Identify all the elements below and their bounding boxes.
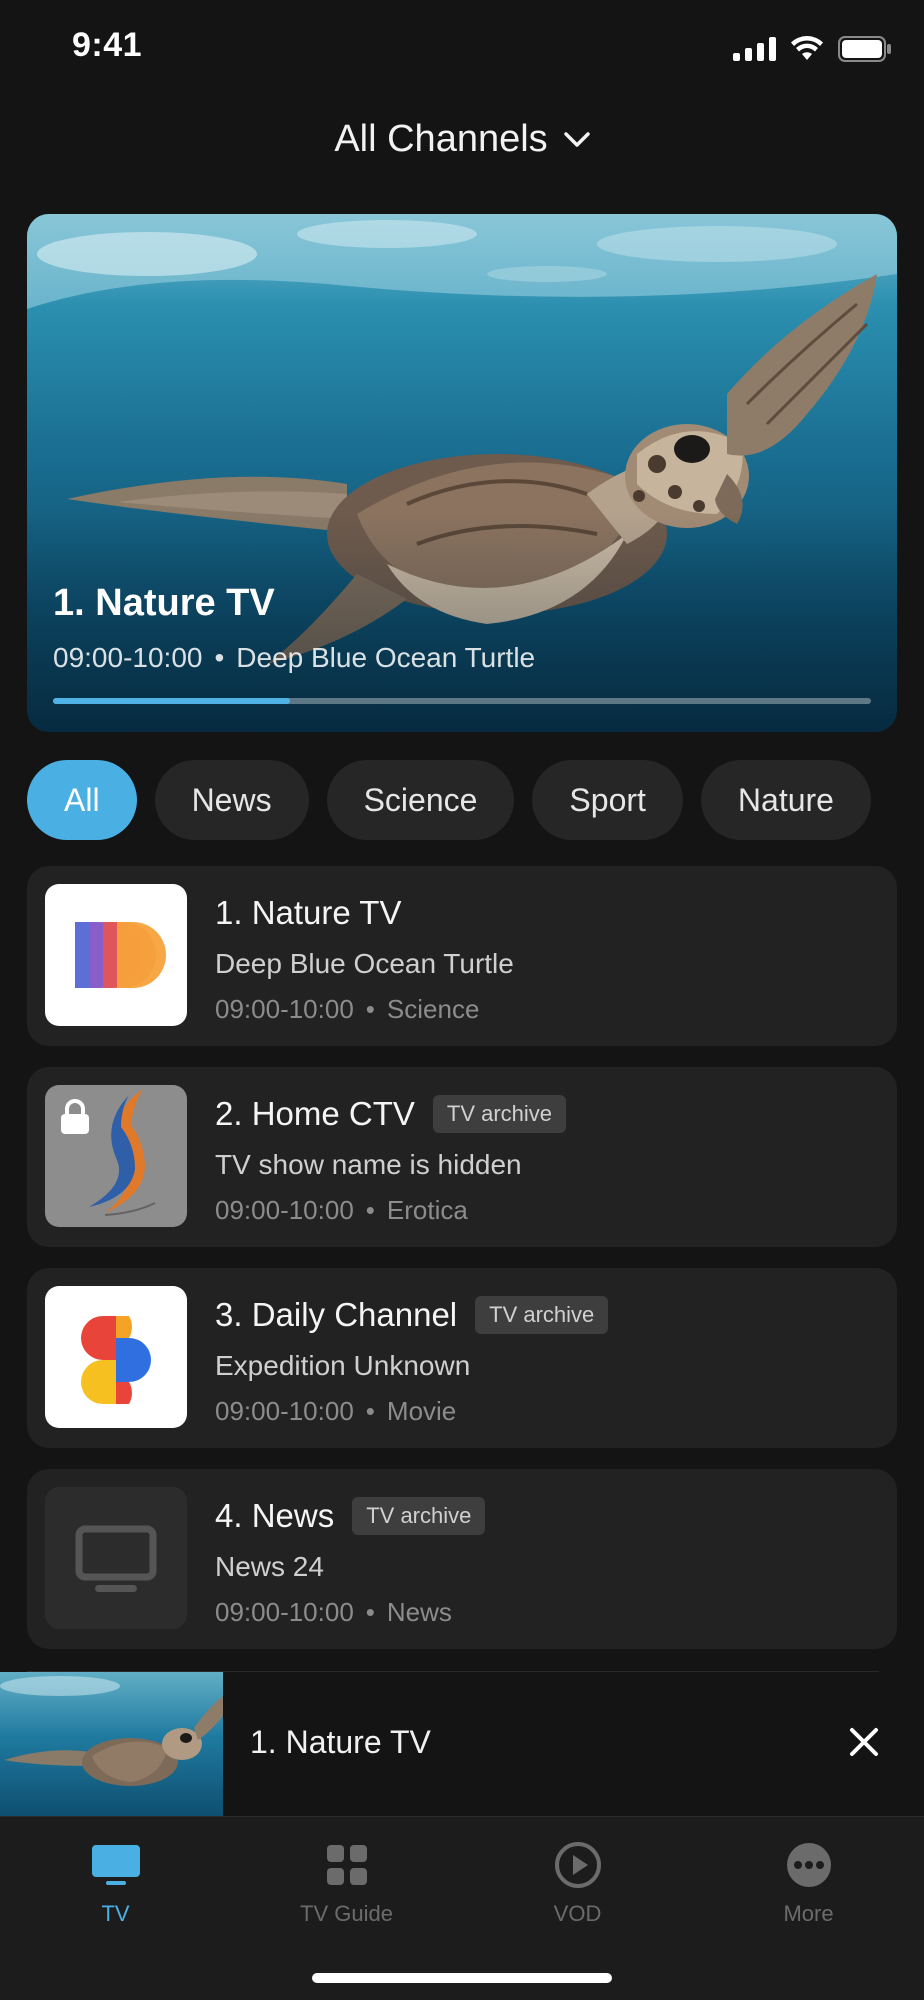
channel-meta: 09:00-10:00 • Erotica bbox=[215, 1195, 468, 1226]
channel-card[interactable]: 2. Home CTV TV archive TV show name is h… bbox=[27, 1067, 897, 1247]
status-bar: 9:41 bbox=[0, 0, 924, 100]
channel-time: 09:00-10:00 bbox=[215, 1396, 354, 1426]
channel-name-row: 1. Nature TV bbox=[215, 894, 401, 932]
wifi-icon bbox=[791, 36, 823, 60]
separator-dot: • bbox=[365, 994, 375, 1024]
tv-archive-badge: TV archive bbox=[475, 1296, 609, 1334]
mini-player[interactable]: 1. Nature TV bbox=[0, 1672, 924, 1816]
tab-tv-guide[interactable]: TV Guide bbox=[231, 1837, 462, 1927]
channel-name: 4. News bbox=[215, 1497, 335, 1534]
channel-time: 09:00-10:00 bbox=[215, 1195, 354, 1225]
channel-name-row: 3. Daily Channel TV archive bbox=[215, 1296, 609, 1334]
hero-time: 09:00-10:00 bbox=[53, 642, 203, 673]
filter-chip-science[interactable]: Science bbox=[326, 760, 515, 840]
separator-dot: • bbox=[365, 1396, 375, 1426]
channel-group-dropdown[interactable]: All Channels bbox=[334, 118, 590, 161]
channel-category: News bbox=[386, 1597, 452, 1627]
channel-name: 2. Home CTV bbox=[215, 1095, 415, 1132]
hero-program-info: 09:00-10:00 • Deep Blue Ocean Turtle bbox=[53, 642, 535, 674]
hero-progress-fill bbox=[53, 698, 291, 704]
home-indicator bbox=[312, 1973, 612, 1983]
channel-meta: 09:00-10:00 • Science bbox=[215, 994, 479, 1025]
filter-chip-nature[interactable]: Nature bbox=[700, 760, 871, 840]
channel-category: Science bbox=[386, 994, 480, 1024]
channel-meta: 09:00-10:00 • News bbox=[215, 1597, 452, 1628]
hero-program: Deep Blue Ocean Turtle bbox=[236, 642, 536, 673]
tab-tv[interactable]: TV bbox=[0, 1837, 231, 1927]
tv-archive-badge: TV archive bbox=[352, 1497, 486, 1535]
tab-label: VOD bbox=[553, 1901, 602, 1926]
home-ctv-logo bbox=[45, 1085, 187, 1227]
channel-meta: 09:00-10:00 • Movie bbox=[215, 1396, 456, 1427]
separator-dot: • bbox=[365, 1597, 375, 1627]
channel-category: Erotica bbox=[386, 1195, 468, 1225]
separator-dot: • bbox=[365, 1195, 375, 1225]
status-icons bbox=[733, 36, 892, 62]
channel-name: 3. Daily Channel bbox=[215, 1296, 458, 1333]
channel-list: 1. Nature TV Deep Blue Ocean Turtle 09:0… bbox=[27, 866, 897, 1670]
play-circle-icon bbox=[554, 1842, 601, 1888]
channel-time: 09:00-10:00 bbox=[215, 994, 354, 1024]
header: All Channels bbox=[0, 118, 924, 161]
channel-card[interactable]: 1. Nature TV Deep Blue Ocean Turtle 09:0… bbox=[27, 866, 897, 1046]
hero-progress-bar bbox=[53, 698, 871, 704]
cellular-signal-icon bbox=[733, 37, 776, 61]
more-icon bbox=[786, 1843, 831, 1887]
nature-tv-logo bbox=[45, 884, 187, 1026]
chevron-down-icon bbox=[563, 131, 590, 147]
tv-icon bbox=[91, 1845, 140, 1885]
grid-icon bbox=[326, 1845, 367, 1885]
mini-player-title: 1. Nature TV bbox=[250, 1724, 431, 1760]
filter-chip-all[interactable]: All bbox=[27, 760, 137, 840]
channel-name-row: 2. Home CTV TV archive bbox=[215, 1095, 567, 1133]
channel-card[interactable]: 3. Daily Channel TV archive Expedition U… bbox=[27, 1268, 897, 1448]
tv-placeholder-logo bbox=[45, 1487, 187, 1629]
channel-program: TV show name is hidden bbox=[215, 1149, 522, 1180]
channel-card[interactable]: 4. News TV archive News 24 09:00-10:00 •… bbox=[27, 1469, 897, 1649]
channel-name-row: 4. News TV archive bbox=[215, 1497, 486, 1535]
tab-vod[interactable]: VOD bbox=[462, 1837, 693, 1927]
channel-name: 1. Nature TV bbox=[215, 894, 402, 931]
tab-more[interactable]: More bbox=[693, 1837, 924, 1927]
filter-chip-sport[interactable]: Sport bbox=[532, 760, 683, 840]
featured-channel-hero[interactable]: 1. Nature TV 09:00-10:00 • Deep Blue Oce… bbox=[27, 214, 897, 732]
daily-channel-logo bbox=[45, 1286, 187, 1428]
status-time: 9:41 bbox=[72, 26, 143, 64]
filter-chip-news[interactable]: News bbox=[154, 760, 309, 840]
channel-program: News 24 bbox=[215, 1551, 324, 1582]
tv-archive-badge: TV archive bbox=[432, 1095, 567, 1133]
header-title: All Channels bbox=[334, 118, 548, 160]
separator-dot: • bbox=[214, 642, 225, 673]
channel-program: Deep Blue Ocean Turtle bbox=[215, 948, 514, 979]
mini-player-thumbnail bbox=[0, 1672, 223, 1816]
lock-icon bbox=[61, 1099, 89, 1134]
category-filter-chips: All News Science Sport Nature bbox=[27, 760, 924, 840]
channel-category: Movie bbox=[386, 1396, 457, 1426]
tab-label: TV bbox=[101, 1901, 130, 1926]
daily-channel-logo-icon bbox=[81, 1316, 151, 1404]
channel-time: 09:00-10:00 bbox=[215, 1597, 354, 1627]
channel-program: Expedition Unknown bbox=[215, 1350, 471, 1381]
tab-label: TV Guide bbox=[300, 1901, 393, 1926]
tab-label: More bbox=[783, 1901, 834, 1926]
nature-tv-logo-icon bbox=[75, 922, 166, 988]
close-icon[interactable] bbox=[844, 1722, 884, 1762]
hero-channel-title: 1. Nature TV bbox=[53, 582, 275, 624]
tv-placeholder-icon bbox=[75, 1525, 157, 1592]
mini-turtle-image bbox=[0, 1676, 223, 1786]
battery-icon bbox=[838, 36, 891, 62]
